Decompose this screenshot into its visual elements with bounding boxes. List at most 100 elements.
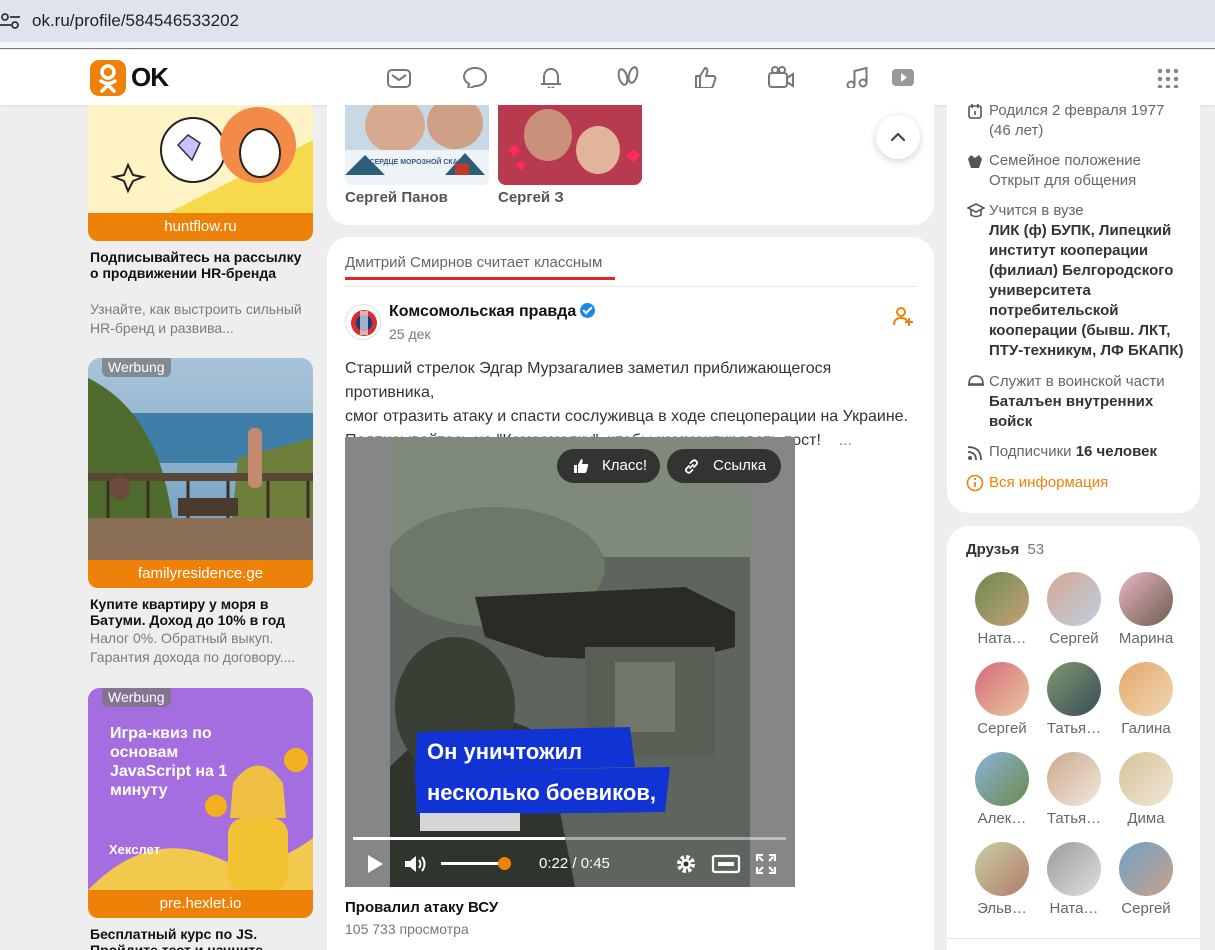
friend-name[interactable]: Дима (1111, 810, 1181, 827)
friend-name[interactable]: Ната… (1039, 900, 1109, 917)
ad-title[interactable]: Бесплатный курс по JS. Пройдите тест и н… (90, 926, 312, 950)
friend-item[interactable]: Сергей (1111, 842, 1181, 917)
photo-thumb-1[interactable]: В СЕРДЦЕ МОРОЗНОЙ СКАЗКИ (345, 105, 489, 185)
friend-item[interactable]: Дима (1111, 752, 1181, 827)
friend-name[interactable]: Татья… (1039, 720, 1109, 737)
subscribers-label: Подписчики (989, 443, 1072, 460)
volume-icon[interactable] (403, 853, 429, 875)
ad-title[interactable]: Купите квартиру у моря в Батуми. Доход д… (90, 596, 312, 628)
post-date[interactable]: 25 дек (389, 326, 431, 342)
photo-person-name[interactable]: Сергей З (498, 189, 564, 206)
video-link-button[interactable]: Ссылка (667, 449, 781, 483)
study-value-line: потребительской (989, 302, 1119, 319)
friend-name[interactable]: Татья… (1039, 810, 1109, 827)
friend-avatar[interactable] (1119, 662, 1173, 716)
video-player[interactable]: Он уничтожил несколько боевиков, Класс! … (345, 437, 795, 887)
ad-domain[interactable]: pre.hexlet.io (88, 890, 313, 918)
post-activity-text[interactable]: Дмитрий Смирнов считает классным (345, 254, 602, 271)
birth-info: Родился 2 февраля 1977 (46 лет) (989, 101, 1164, 141)
site-settings-icon[interactable] (0, 10, 22, 32)
friend-item[interactable]: Марина (1111, 572, 1181, 647)
friend-item[interactable]: Галина (1111, 662, 1181, 737)
family-icon (968, 155, 982, 168)
friend-avatar[interactable] (975, 572, 1029, 626)
scroll-up-button[interactable] (876, 115, 920, 159)
friend-item[interactable]: Татья… (1039, 752, 1109, 827)
video-progress-fill (353, 837, 566, 840)
friend-avatar[interactable] (975, 752, 1029, 806)
army-value-line: войск (989, 413, 1033, 430)
video-title[interactable]: Провалил атаку ВСУ (345, 899, 498, 916)
friend-avatar[interactable] (1047, 572, 1101, 626)
friend-item[interactable]: Ната… (1039, 842, 1109, 917)
ad-image[interactable] (88, 358, 313, 560)
friend-name[interactable]: Сергей (1039, 630, 1109, 647)
friend-avatar[interactable] (1119, 572, 1173, 626)
apps-grid-icon[interactable] (1157, 68, 1179, 90)
activity-underline (345, 277, 615, 280)
ad-image[interactable]: Игра-квиз по основам JavaScript на 1 мин… (88, 688, 313, 890)
ok-logo-icon[interactable] (90, 60, 126, 96)
photo-person-name[interactable]: Сергей Панов (345, 189, 448, 206)
friend-item[interactable]: Сергей (967, 662, 1037, 737)
logo-text[interactable]: OK (131, 62, 169, 93)
friend-name[interactable]: Эльв… (967, 900, 1037, 917)
all-info-link[interactable]: Вся информация (989, 473, 1108, 493)
friend-avatar[interactable] (1047, 752, 1101, 806)
friend-avatar[interactable] (975, 842, 1029, 896)
author-name[interactable]: Комсомольская правда (389, 303, 576, 320)
birth-date: Родился 2 февраля 1977 (989, 102, 1165, 119)
friend-item[interactable]: Алек… (967, 752, 1037, 827)
ad-domain[interactable]: familyresidence.ge (88, 560, 313, 588)
browser-address-bar[interactable]: ok.ru/profile/584546533202 (0, 0, 1215, 42)
friends-header[interactable]: Друзья 53 (966, 541, 1044, 558)
friend-avatar[interactable] (1119, 842, 1173, 896)
army-value[interactable]: Баталъен внутренних войск (989, 392, 1165, 432)
friend-item[interactable]: Сергей (1039, 572, 1109, 647)
ad-domain[interactable]: huntflow.ru (88, 213, 313, 241)
play-icon[interactable] (365, 853, 385, 875)
ad-hexlet[interactable]: Игра-квиз по основам JavaScript на 1 мин… (88, 688, 313, 950)
subscribe-icon[interactable] (892, 305, 914, 327)
photo-thumb-2[interactable] (498, 105, 642, 185)
friends-title[interactable]: Друзья (966, 541, 1019, 558)
thumbs-up-icon (574, 459, 589, 473)
url-text[interactable]: ok.ru/profile/584546533202 (32, 11, 239, 31)
ad-description: Налог 0%. Обратный выкуп. Гарантия доход… (90, 630, 296, 665)
volume-knob[interactable] (498, 857, 511, 870)
friend-name[interactable]: Ната… (967, 630, 1037, 647)
show-more-link[interactable]: ... (839, 432, 852, 449)
fullscreen-icon[interactable] (756, 854, 776, 874)
friend-avatar[interactable] (975, 662, 1029, 716)
gear-icon[interactable] (675, 853, 697, 875)
video-like-button[interactable]: Класс! (557, 449, 660, 483)
friend-name[interactable]: Алек… (967, 810, 1037, 827)
friend-avatar[interactable] (1047, 662, 1101, 716)
ad-familyresidence[interactable]: Werbung familyresidence.ge Купите кварти… (88, 358, 313, 670)
theater-mode-icon[interactable] (711, 854, 741, 874)
friend-item[interactable]: Эльв… (967, 842, 1037, 917)
friend-name[interactable]: Сергей (967, 720, 1037, 737)
friend-name[interactable]: Галина (1111, 720, 1181, 737)
friend-name[interactable]: Марина (1111, 630, 1181, 647)
study-value-line: (филиал) Белгородского (989, 262, 1174, 279)
friend-avatar[interactable] (1119, 752, 1173, 806)
friend-item[interactable]: Ната… (967, 572, 1037, 647)
video-subtitle: Он уничтожил (427, 739, 583, 764)
ad-huntflow[interactable]: huntflow.ru Подписывайтесь на рассылку о… (88, 105, 313, 340)
ad-title[interactable]: Подписывайтесь на рассылку о продвижении… (90, 249, 312, 281)
ad-image[interactable] (88, 105, 313, 213)
post-author[interactable]: Комсомольская правда (389, 303, 596, 321)
friend-avatar[interactable] (1047, 842, 1101, 896)
study-value[interactable]: ЛИК (ф) БУПК, Липецкий институт кооперац… (989, 221, 1183, 361)
volume-slider[interactable] (441, 857, 511, 870)
friend-item[interactable]: Татья… (1039, 662, 1109, 737)
birthday-icon (968, 104, 982, 119)
subscribers-info[interactable]: Подписчики 16 человек (989, 442, 1157, 462)
info-icon (966, 474, 984, 492)
author-avatar[interactable] (345, 304, 381, 340)
ad-description: Узнайте, как выстроить сильный HR-бренд … (90, 301, 302, 336)
friend-name[interactable]: Сергей (1111, 900, 1181, 917)
family-info: Семейное положение Открыт для общения (989, 151, 1141, 191)
video-progress-track[interactable] (353, 837, 786, 840)
